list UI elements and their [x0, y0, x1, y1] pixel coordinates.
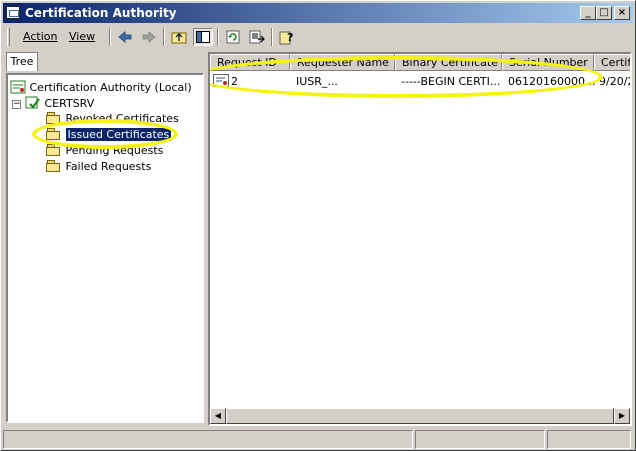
window-title: Certification Authority: [25, 6, 177, 20]
tree-server-label: CERTSRV: [44, 97, 95, 110]
help-button[interactable]: ?: [277, 28, 297, 46]
app-window: Certification Authority _ □ × Action Vie…: [0, 0, 636, 451]
forward-icon: [142, 31, 156, 43]
cell-request-id: 2: [231, 75, 238, 88]
scroll-left-button[interactable]: ◀: [210, 408, 226, 424]
export-list-icon: [249, 30, 265, 44]
folder-icon: [46, 112, 62, 124]
folder-icon: [46, 144, 62, 156]
cell-binary-certificate: -----BEGIN CERTI...: [401, 75, 501, 88]
scroll-thumb[interactable]: [226, 408, 614, 424]
back-button[interactable]: [115, 28, 135, 46]
scroll-right-button[interactable]: ▶: [614, 408, 630, 424]
tree-tab[interactable]: Tree: [6, 52, 38, 71]
tree-item-label-selected: Issued Certificates: [64, 127, 173, 142]
tree-item-label: Failed Requests: [65, 160, 152, 173]
tree-server-node[interactable]: CERTSRV: [25, 96, 94, 110]
status-bar: [3, 430, 633, 449]
up-folder-icon: [171, 32, 187, 44]
cell-certificate-date: 9/20/2: [599, 75, 632, 88]
tree-item-failed-requests[interactable]: Failed Requests: [46, 160, 151, 173]
menu-action-label: Action: [23, 30, 58, 43]
menu-view[interactable]: View: [69, 30, 95, 43]
toolbar-separator: [109, 28, 111, 46]
show-hide-tree-icon: [196, 31, 210, 43]
tree-root-label: Certification Authority (Local): [29, 81, 192, 94]
certificate-app-icon[interactable]: [6, 6, 20, 19]
column-header-request-id[interactable]: Request ID: [210, 54, 290, 71]
toolbar-grip[interactable]: [7, 28, 10, 46]
back-icon: [118, 31, 132, 43]
svg-text:?: ?: [287, 31, 293, 44]
maximize-button[interactable]: □: [596, 6, 612, 20]
horizontal-scrollbar[interactable]: ◀ ▶: [210, 408, 630, 424]
certificate-row-icon: [213, 74, 229, 90]
folder-icon: [46, 160, 62, 172]
open-folder-icon: [46, 128, 62, 140]
minimize-button[interactable]: _: [580, 6, 596, 20]
refresh-button[interactable]: [223, 28, 243, 46]
tree-collapse-toggle[interactable]: −: [12, 100, 21, 109]
help-icon: ?: [279, 31, 293, 45]
column-header-binary-certificate[interactable]: Binary Certificate: [395, 54, 502, 71]
server-certificate-icon: [25, 96, 40, 109]
cell-requester-name: IUSR_...: [296, 75, 338, 88]
tree-item-label: Revoked Certificates: [65, 112, 179, 125]
tree-item-label: Pending Requests: [65, 144, 164, 157]
close-button[interactable]: ×: [614, 6, 630, 20]
status-panel-main: [3, 430, 413, 449]
menu-action[interactable]: Action: [23, 30, 57, 43]
tree-item-issued-certificates[interactable]: Issued Certificates: [46, 127, 173, 142]
column-header-requester-name[interactable]: Requester Name: [290, 54, 395, 71]
status-panel-2: [415, 430, 545, 449]
forward-button[interactable]: [139, 28, 159, 46]
certification-authority-icon: [10, 80, 26, 94]
show-hide-tree-button[interactable]: [193, 28, 213, 46]
toolbar-separator: [271, 28, 273, 46]
export-list-button[interactable]: [247, 28, 267, 46]
column-header-serial-number[interactable]: Serial Number: [502, 54, 594, 71]
refresh-icon: [226, 30, 240, 44]
console-tree: Certification Authority (Local) − CERTSR…: [6, 73, 204, 423]
tree-root-node[interactable]: Certification Authority (Local): [10, 80, 192, 94]
cell-serial-number: 06120160000...: [508, 75, 596, 88]
toolbar-separator: [217, 28, 219, 46]
toolbar-separator: [163, 28, 165, 46]
menu-view-label: View: [69, 30, 96, 43]
menu-toolbar: Action View ?: [3, 25, 633, 49]
tree-item-revoked-certificates[interactable]: Revoked Certificates: [46, 112, 179, 125]
results-list: Request ID Requester Name Binary Certifi…: [208, 52, 632, 426]
title-bar[interactable]: Certification Authority _ □ ×: [3, 3, 633, 23]
status-panel-3: [547, 430, 631, 449]
column-header-certificate-date[interactable]: Certific: [594, 54, 630, 71]
tree-item-pending-requests[interactable]: Pending Requests: [46, 144, 163, 157]
up-one-level-button[interactable]: [169, 28, 189, 46]
